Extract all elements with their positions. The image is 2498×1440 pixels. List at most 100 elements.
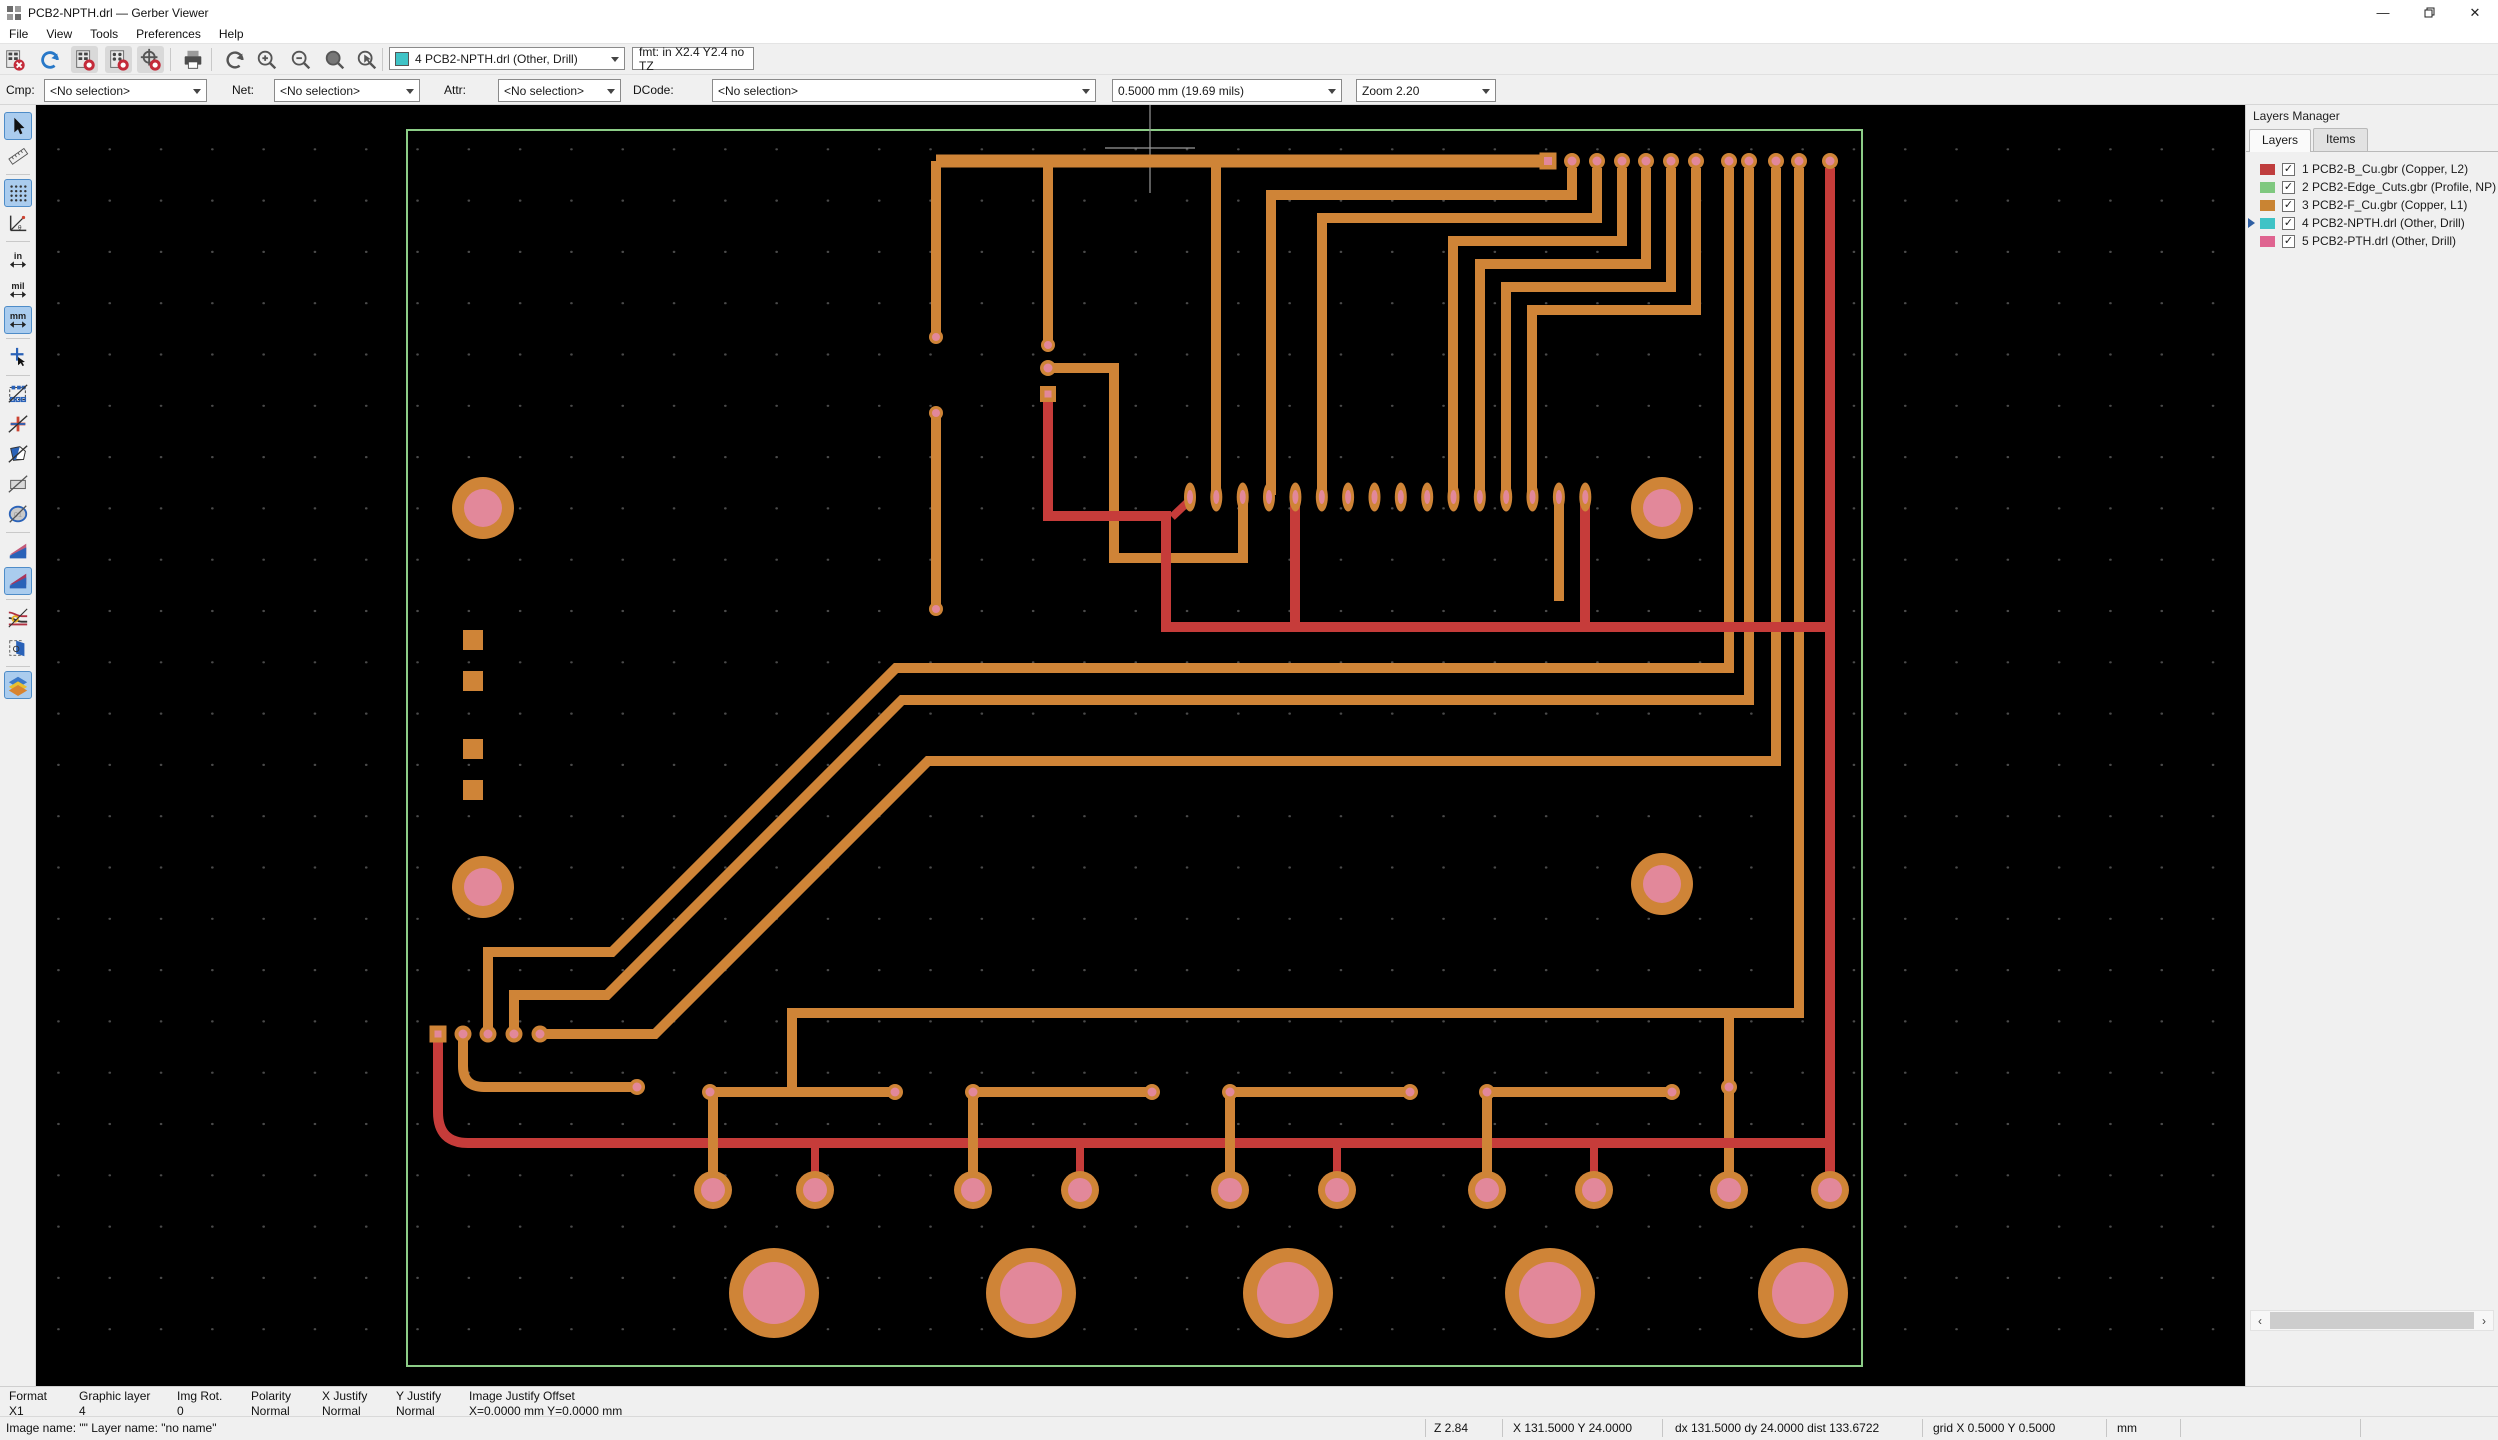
layer-row[interactable]: ✓1 PCB2-B_Cu.gbr (Copper, L2) bbox=[2246, 160, 2498, 178]
zoom-select[interactable]: Zoom 2.20 bbox=[1356, 79, 1496, 102]
layer-swatch[interactable] bbox=[2260, 200, 2275, 211]
tab-items[interactable]: Items bbox=[2313, 128, 2368, 151]
open-job-button[interactable] bbox=[137, 46, 164, 73]
svg-text:in: in bbox=[13, 251, 22, 261]
layer-list: ✓1 PCB2-B_Cu.gbr (Copper, L2)✓2 PCB2-Edg… bbox=[2246, 152, 2498, 250]
layer-swatch[interactable] bbox=[2260, 236, 2275, 247]
dcode-value: <No selection> bbox=[718, 84, 798, 98]
select-tool-button[interactable] bbox=[4, 112, 32, 140]
toolbar-separator bbox=[6, 338, 30, 339]
print-icon bbox=[181, 48, 205, 72]
net-select[interactable]: <No selection> bbox=[274, 79, 420, 102]
toolbar-separator bbox=[382, 48, 383, 71]
restore-button[interactable] bbox=[2406, 0, 2452, 25]
layer-visibility-checkbox[interactable]: ✓ bbox=[2282, 217, 2295, 230]
open-drill-icon bbox=[107, 48, 131, 72]
menu-preferences[interactable]: Preferences bbox=[127, 27, 210, 41]
layer-visibility-checkbox[interactable]: ✓ bbox=[2282, 181, 2295, 194]
svg-text:θ: θ bbox=[18, 224, 22, 231]
open-gerber-button[interactable] bbox=[71, 46, 98, 73]
layers-manager-title: Layers Manager bbox=[2246, 105, 2498, 126]
layer-row[interactable]: ✓3 PCB2-F_Cu.gbr (Copper, L1) bbox=[2246, 196, 2498, 214]
zoom-out-button[interactable] bbox=[287, 46, 314, 73]
layer-row[interactable]: ✓2 PCB2-Edge_Cuts.gbr (Profile, NP) bbox=[2246, 178, 2498, 196]
layer-visibility-checkbox[interactable]: ✓ bbox=[2282, 163, 2295, 176]
status-divider bbox=[2180, 1419, 2181, 1437]
layer-color-swatch bbox=[395, 52, 409, 66]
scroll-left-icon[interactable]: ‹ bbox=[2251, 1314, 2269, 1328]
menu-help[interactable]: Help bbox=[210, 27, 253, 41]
layer-visibility-checkbox[interactable]: ✓ bbox=[2282, 199, 2295, 212]
menu-view[interactable]: View bbox=[37, 27, 81, 41]
zoom-in-icon bbox=[255, 48, 279, 72]
sketch-flashed-items-button[interactable] bbox=[4, 380, 32, 408]
zoom-fit-button[interactable] bbox=[321, 46, 348, 73]
polar-coords-button[interactable]: θ bbox=[4, 209, 32, 237]
minimize-button[interactable]: — bbox=[2360, 0, 2406, 25]
zoom-selection-button[interactable] bbox=[353, 46, 380, 73]
reload-icon bbox=[38, 48, 62, 72]
active-layer-select[interactable]: 4 PCB2-NPTH.drl (Other, Drill) bbox=[389, 47, 625, 70]
close-button[interactable]: ✕ bbox=[2452, 0, 2498, 25]
layer-swatch[interactable] bbox=[2260, 182, 2275, 193]
measure-tool-button[interactable] bbox=[4, 142, 32, 170]
scrollbar-thumb[interactable] bbox=[2270, 1312, 2474, 1329]
net-label: Net: bbox=[232, 83, 254, 97]
status-units: mm bbox=[2117, 1421, 2137, 1435]
status-bar: Image name: "" Layer name: "no name" Z 2… bbox=[0, 1416, 2498, 1440]
layers-panel-scrollbar[interactable]: ‹ › bbox=[2250, 1310, 2494, 1331]
pcb-canvas[interactable] bbox=[36, 105, 2245, 1386]
xor-mode-button[interactable] bbox=[4, 567, 32, 595]
net-value: <No selection> bbox=[280, 84, 360, 98]
layer-row[interactable]: ✓4 PCB2-NPTH.drl (Other, Drill) bbox=[2246, 214, 2498, 232]
dcode-select[interactable]: <No selection> bbox=[712, 79, 1096, 102]
page-limits-button[interactable] bbox=[4, 634, 32, 662]
grid-select[interactable]: 0.5000 mm (19.69 mils) bbox=[1112, 79, 1342, 102]
tab-layers[interactable]: Layers bbox=[2249, 129, 2311, 152]
diff-mode-button[interactable] bbox=[4, 537, 32, 565]
cmp-select[interactable]: <No selection> bbox=[44, 79, 207, 102]
print-button[interactable] bbox=[179, 46, 206, 73]
highlight-mode-button[interactable] bbox=[4, 604, 32, 632]
units-mm-button[interactable]: mm bbox=[4, 306, 32, 334]
chevron-down-icon bbox=[1082, 89, 1090, 94]
lines-sketch-icon bbox=[7, 413, 29, 435]
menu-file[interactable]: File bbox=[0, 27, 37, 41]
redraw-icon bbox=[223, 48, 247, 72]
open-job-icon bbox=[139, 48, 163, 72]
reload-layers-button[interactable] bbox=[36, 46, 63, 73]
layer-swatch[interactable] bbox=[2260, 164, 2275, 175]
chevron-down-icon bbox=[611, 57, 619, 62]
clear-layers-button[interactable] bbox=[1, 46, 28, 73]
status-grid: grid X 0.5000 Y 0.5000 bbox=[1933, 1421, 2055, 1435]
units-inches-button[interactable]: in bbox=[4, 246, 32, 274]
open-drill-button[interactable] bbox=[105, 46, 132, 73]
main-toolbar: 4 PCB2-NPTH.drl (Other, Drill) fmt: in X… bbox=[0, 44, 2498, 75]
show-negative-objects-button[interactable] bbox=[4, 470, 32, 498]
units-mils-button[interactable]: mil bbox=[4, 276, 32, 304]
layer-row[interactable]: ✓5 PCB2-PTH.drl (Other, Drill) bbox=[2246, 232, 2498, 250]
attr-select[interactable]: <No selection> bbox=[498, 79, 621, 102]
toolbar-separator bbox=[211, 48, 212, 71]
toolbar-separator bbox=[6, 666, 30, 667]
zoom-value: Zoom 2.20 bbox=[1362, 84, 1419, 98]
zoom-in-button[interactable] bbox=[253, 46, 280, 73]
status-divider bbox=[1922, 1419, 1923, 1437]
show-dcodes-button[interactable]: 01 bbox=[4, 500, 32, 528]
units-in-icon: in bbox=[7, 249, 29, 271]
layers-manager-toggle-button[interactable] bbox=[4, 671, 32, 699]
info-polarity: PolarityNormal bbox=[251, 1389, 291, 1418]
sketch-lines-button[interactable] bbox=[4, 410, 32, 438]
status-divider bbox=[2106, 1419, 2107, 1437]
layer-swatch[interactable] bbox=[2260, 218, 2275, 229]
show-grid-button[interactable] bbox=[4, 179, 32, 207]
polar-coords-icon: θ bbox=[7, 212, 29, 234]
redraw-button[interactable] bbox=[221, 46, 248, 73]
layer-visibility-checkbox[interactable]: ✓ bbox=[2282, 235, 2295, 248]
sketch-polygons-button[interactable] bbox=[4, 440, 32, 468]
cursor-shape-button[interactable] bbox=[4, 343, 32, 371]
status-divider bbox=[2360, 1419, 2361, 1437]
attr-label: Attr: bbox=[444, 83, 466, 97]
scroll-right-icon[interactable]: › bbox=[2475, 1314, 2493, 1328]
menu-tools[interactable]: Tools bbox=[81, 27, 127, 41]
